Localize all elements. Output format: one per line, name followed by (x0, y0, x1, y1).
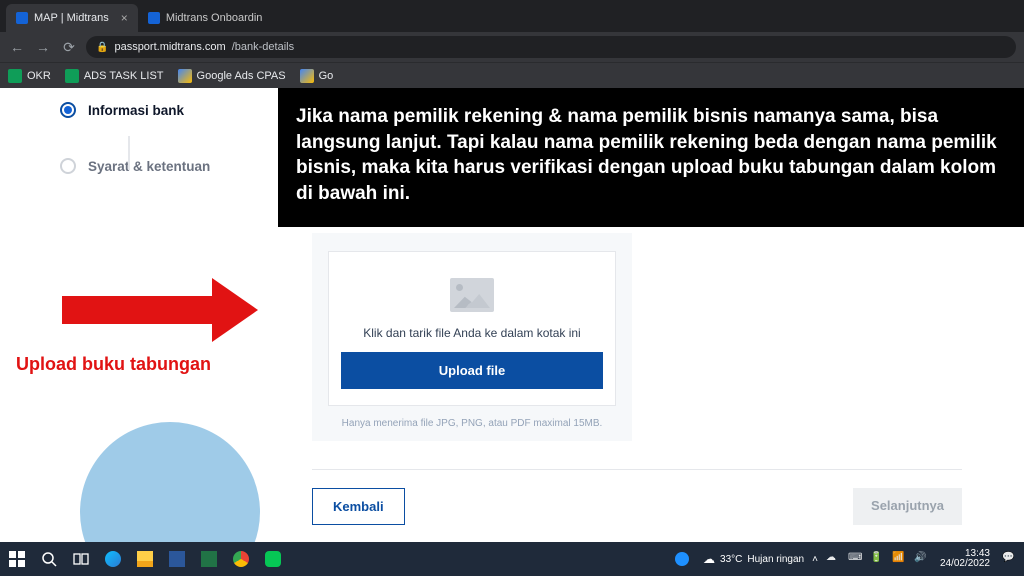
url-path: /bank-details (232, 41, 294, 53)
bookmark-label: Go (319, 70, 334, 82)
taskbar-left (0, 542, 288, 576)
volume-icon[interactable]: 🔊 (914, 552, 928, 566)
keyboard-icon[interactable]: ⌨ (848, 552, 862, 566)
battery-icon[interactable]: 🔋 (870, 552, 884, 566)
weather-widget[interactable]: ☁ 33°C Hujan ringan (703, 552, 804, 566)
dropzone-inner[interactable]: Klik dan tarik file Anda ke dalam kotak … (328, 251, 616, 406)
news-icon (675, 552, 689, 566)
bookmark-item[interactable]: Go (300, 69, 334, 83)
bookmarks-bar: OKR ADS TASK LIST Google Ads CPAS Go (0, 62, 1024, 88)
forward-icon[interactable]: → (34, 38, 52, 56)
bookmark-item[interactable]: ADS TASK LIST (65, 69, 164, 83)
search-icon[interactable] (34, 542, 64, 576)
instruction-overlay: Jika nama pemilik rekening & nama pemili… (278, 88, 1024, 227)
weather-cloud-icon: ☁ (703, 552, 715, 566)
clock-date: 24/02/2022 (940, 559, 990, 570)
bookmark-label: ADS TASK LIST (84, 70, 164, 82)
annotation-label: Upload buku tabungan (16, 354, 211, 375)
dropzone-text: Klik dan tarik file Anda ke dalam kotak … (341, 326, 603, 340)
taskbar-app-edge[interactable] (98, 542, 128, 576)
next-button[interactable]: Selanjutnya (853, 488, 962, 525)
windows-taskbar: ☁ 33°C Hujan ringan ˄ ☁ ⌨ 🔋 📶 🔊 13:43 24… (0, 542, 1024, 576)
ads-icon (300, 69, 314, 83)
reload-icon[interactable]: ⟳ (60, 38, 78, 56)
taskbar-app-excel[interactable] (194, 542, 224, 576)
back-button[interactable]: Kembali (312, 488, 405, 525)
notifications-icon[interactable]: 💬 (1002, 552, 1016, 566)
bookmark-label: OKR (27, 70, 51, 82)
weather-text: Hujan ringan (747, 554, 804, 565)
browser-tab[interactable]: Midtrans Onboardin (138, 4, 273, 32)
step-label: Informasi bank (88, 103, 184, 118)
onedrive-icon[interactable]: ☁ (826, 552, 840, 566)
upload-dropzone[interactable]: Klik dan tarik file Anda ke dalam kotak … (312, 233, 632, 441)
favicon-icon (148, 12, 160, 24)
browser-tab-active[interactable]: MAP | Midtrans × (6, 4, 138, 32)
bookmark-item[interactable]: OKR (8, 69, 51, 83)
taskbar-app-line[interactable] (258, 542, 288, 576)
address-bar[interactable]: 🔒 passport.midtrans.com/bank-details (86, 36, 1016, 58)
browser-tabstrip: MAP | Midtrans × Midtrans Onboardin (0, 0, 1024, 32)
file-hint: Hanya menerima file JPG, PNG, atau PDF m… (328, 418, 616, 429)
page-content: Jika nama pemilik rekening & nama pemili… (0, 88, 1024, 542)
url-domain: passport.midtrans.com (114, 41, 225, 53)
lock-icon: 🔒 (96, 42, 108, 53)
step-upcoming[interactable]: Syarat & ketentuan (60, 158, 270, 174)
back-icon[interactable]: ← (8, 38, 26, 56)
divider (312, 469, 962, 470)
form-actions: Kembali Selanjutnya (312, 488, 962, 525)
ads-icon (178, 69, 192, 83)
bookmark-item[interactable]: Google Ads CPAS (178, 69, 286, 83)
close-icon[interactable]: × (121, 11, 128, 25)
bookmark-label: Google Ads CPAS (197, 70, 286, 82)
favicon-icon (16, 12, 28, 24)
wifi-icon[interactable]: 📶 (892, 552, 906, 566)
step-label: Syarat & ketentuan (88, 159, 210, 174)
upload-file-button[interactable]: Upload file (341, 352, 603, 389)
tab-title: Midtrans Onboardin (166, 12, 263, 24)
step-connector (128, 136, 130, 170)
sheet-icon (65, 69, 79, 83)
step-dot-active-icon (60, 102, 76, 118)
step-dot-icon (60, 158, 76, 174)
taskbar-right: ☁ 33°C Hujan ringan ˄ ☁ ⌨ 🔋 📶 🔊 13:43 24… (669, 542, 1024, 576)
annotation-arrow-icon (62, 278, 262, 342)
start-button[interactable] (2, 542, 32, 576)
image-placeholder-icon (450, 278, 494, 312)
stepper-sidebar: Informasi bank Syarat & ketentuan (60, 102, 270, 214)
news-widget[interactable] (669, 542, 695, 576)
sheet-icon (8, 69, 22, 83)
taskbar-app-word[interactable] (162, 542, 192, 576)
taskbar-app-explorer[interactable] (130, 542, 160, 576)
taskbar-app-chrome[interactable] (226, 542, 256, 576)
task-view-icon[interactable] (66, 542, 96, 576)
browser-toolbar: ← → ⟳ 🔒 passport.midtrans.com/bank-detai… (0, 32, 1024, 62)
step-active[interactable]: Informasi bank (60, 102, 270, 118)
weather-temp: 33°C (720, 554, 742, 565)
clock[interactable]: 13:43 24/02/2022 (936, 549, 994, 570)
chevron-up-icon[interactable]: ˄ (812, 554, 818, 565)
tab-title: MAP | Midtrans (34, 12, 109, 24)
